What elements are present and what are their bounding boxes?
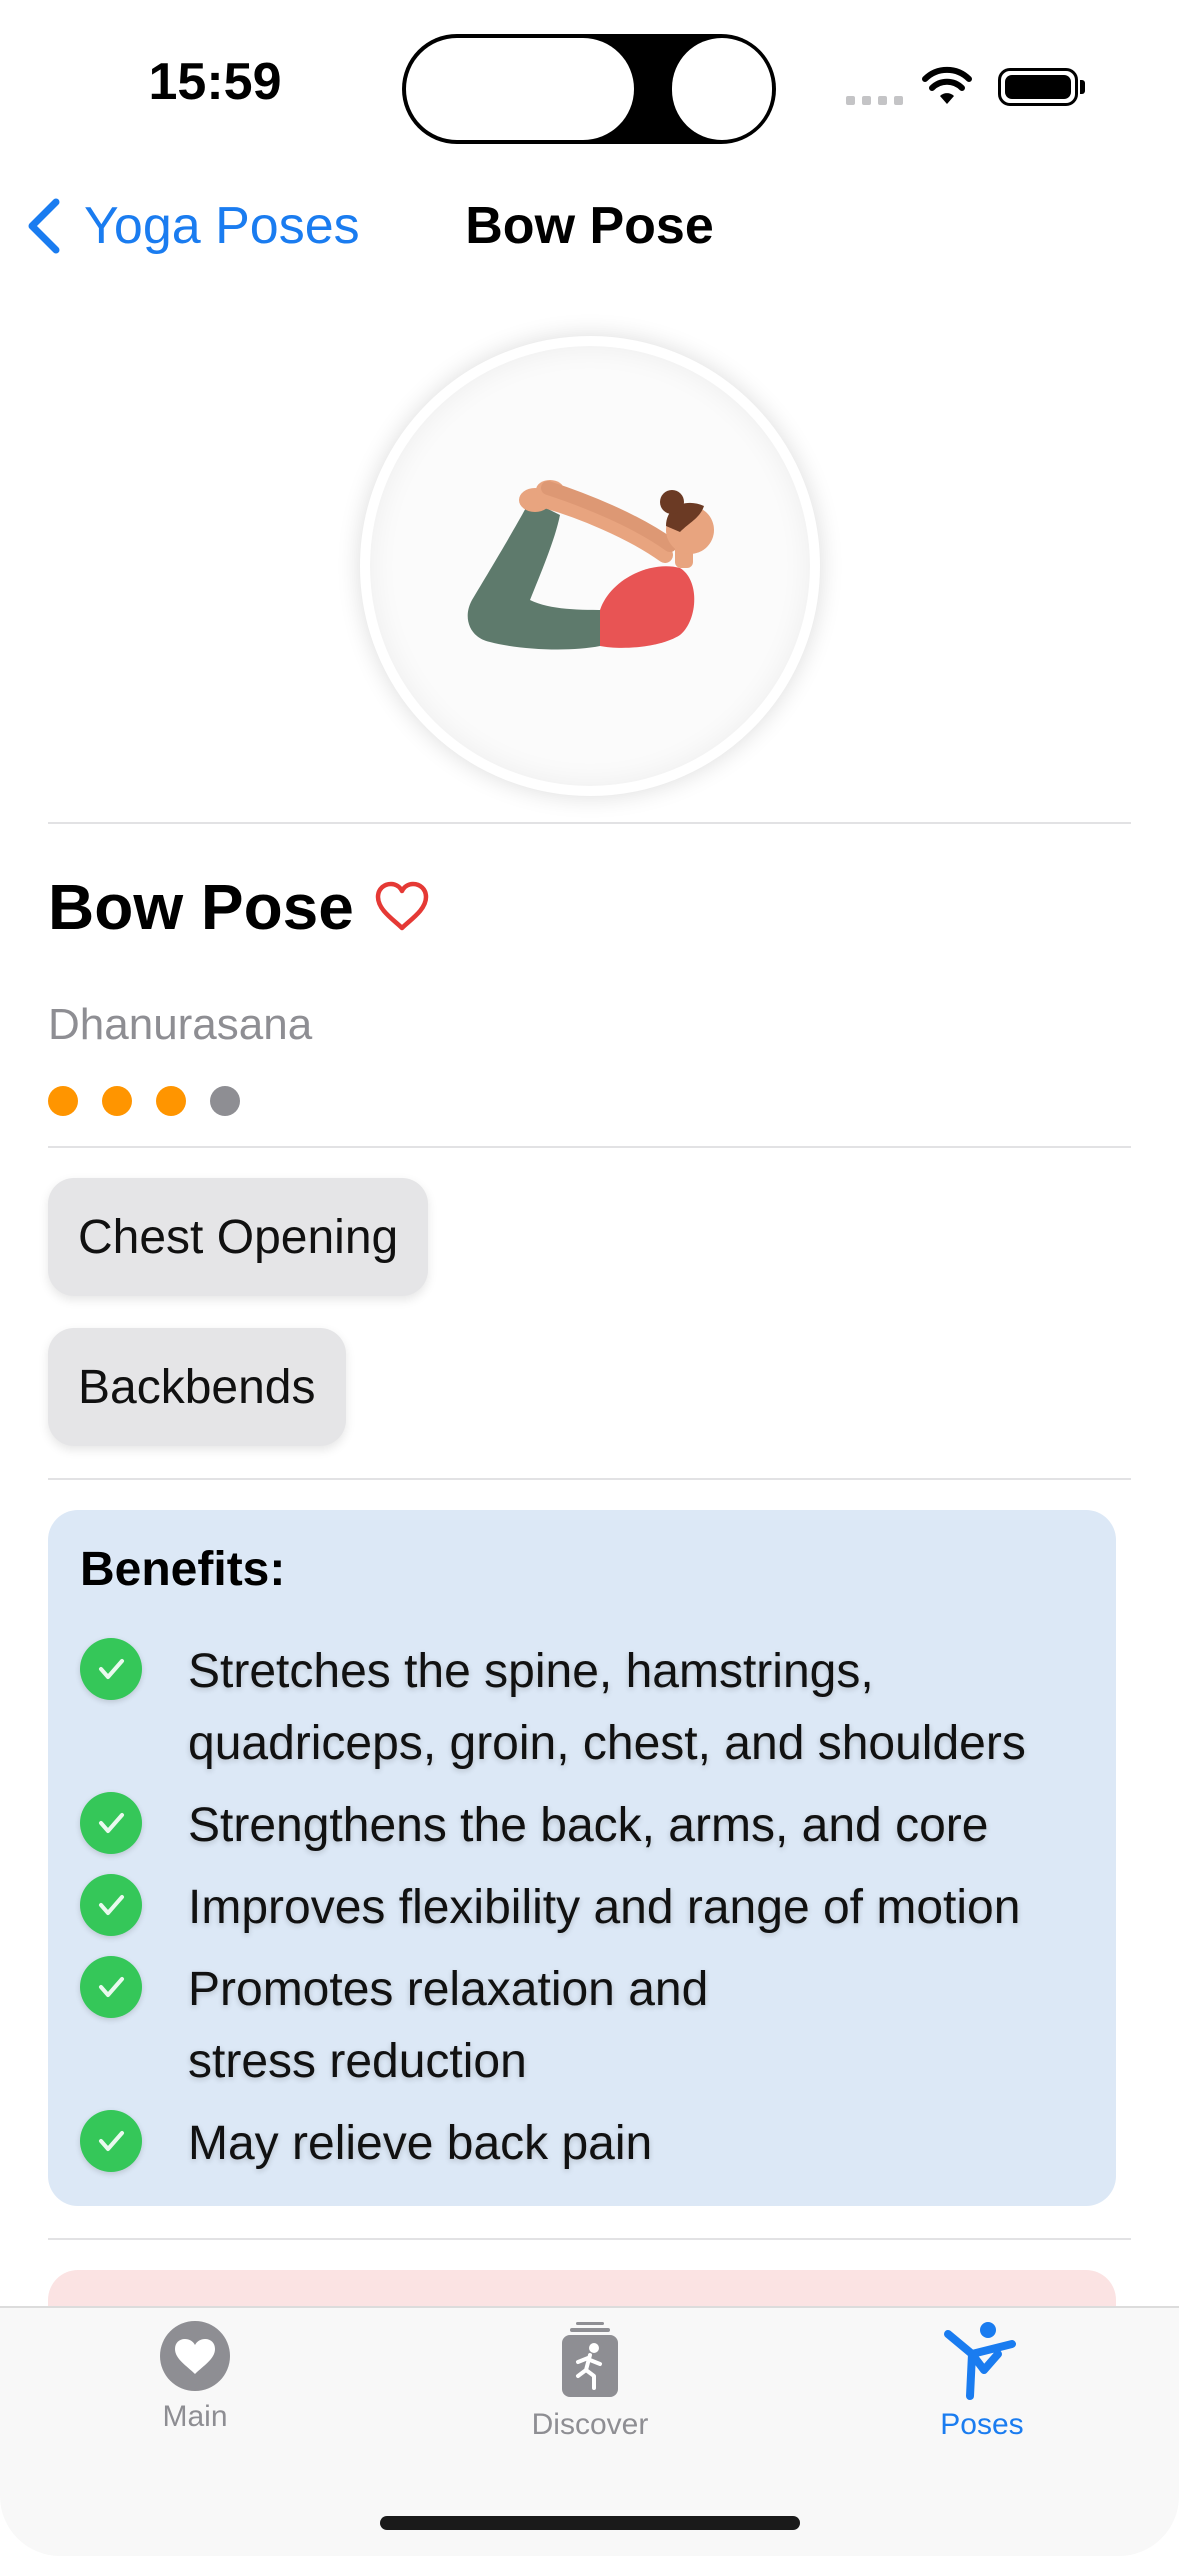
bow-pose-illustration <box>467 480 714 650</box>
difficulty-dot <box>156 1086 186 1116</box>
divider <box>48 2238 1131 2240</box>
benefit-text: Promotes relaxation and stress reduction <box>188 1963 709 2088</box>
battery-icon <box>998 68 1078 106</box>
chevron-left-icon <box>28 198 60 254</box>
back-button-label: Yoga Poses <box>84 197 360 255</box>
checkmark-icon <box>80 2110 142 2172</box>
tab-label: Discover <box>531 2408 649 2441</box>
tag-backbends[interactable]: Backbends <box>48 1328 346 1446</box>
divider <box>48 1478 1131 1480</box>
checkmark-icon <box>80 1638 142 1700</box>
benefit-item: May relieve back pain <box>80 2108 1108 2180</box>
difficulty-dot <box>210 1086 240 1116</box>
difficulty-dot <box>102 1086 132 1116</box>
home-indicator <box>380 2516 800 2530</box>
sanskrit-name: Dhanurasana <box>48 1000 313 1049</box>
benefit-item: Improves flexibility and range of motion <box>80 1872 1108 1944</box>
dynamic-island-dot <box>672 38 772 140</box>
favorite-heart-icon[interactable] <box>374 880 430 932</box>
tab-poses[interactable]: Poses <box>832 2320 1132 2442</box>
benefit-item: Promotes relaxation and stress reduction <box>80 1954 808 2098</box>
divider <box>48 1146 1131 1148</box>
benefit-item: Strengthens the back, arms, and core <box>80 1790 1108 1862</box>
divider <box>48 822 1131 824</box>
benefits-title: Benefits: <box>80 1543 286 1596</box>
status-time: 15:59 <box>148 53 282 111</box>
tag-chest-opening[interactable]: Chest Opening <box>48 1178 429 1296</box>
pose-name: Bow Pose <box>48 871 354 943</box>
benefit-text: Improves flexibility and range of motion <box>188 1881 1021 1934</box>
runner-card-icon <box>562 2322 618 2397</box>
benefit-item: Stretches the spine, hamstrings, quadric… <box>80 1636 1108 1780</box>
wifi-icon <box>922 66 972 104</box>
benefit-text: Stretches the spine, hamstrings, quadric… <box>188 1645 1026 1770</box>
difficulty-dot <box>48 1086 78 1116</box>
dynamic-island-pill <box>406 38 634 140</box>
checkmark-icon <box>80 1874 142 1936</box>
yoga-pose-icon <box>944 2322 1016 2400</box>
benefit-text: Strengthens the back, arms, and core <box>188 1799 989 1852</box>
checkmark-icon <box>80 1792 142 1854</box>
tab-main[interactable]: Main <box>45 2320 345 2434</box>
benefit-text: May relieve back pain <box>188 2117 653 2170</box>
heart-icon <box>160 2321 230 2391</box>
checkmark-icon <box>80 1956 142 2018</box>
back-button[interactable]: Yoga Poses <box>24 196 360 256</box>
difficulty-indicator <box>48 1086 240 1116</box>
tab-discover[interactable]: Discover <box>440 2320 740 2442</box>
battery-nub <box>1080 80 1085 94</box>
tab-label: Poses <box>940 2408 1024 2441</box>
tab-label: Main <box>162 2400 228 2433</box>
cellular-signal-icon <box>846 96 903 105</box>
